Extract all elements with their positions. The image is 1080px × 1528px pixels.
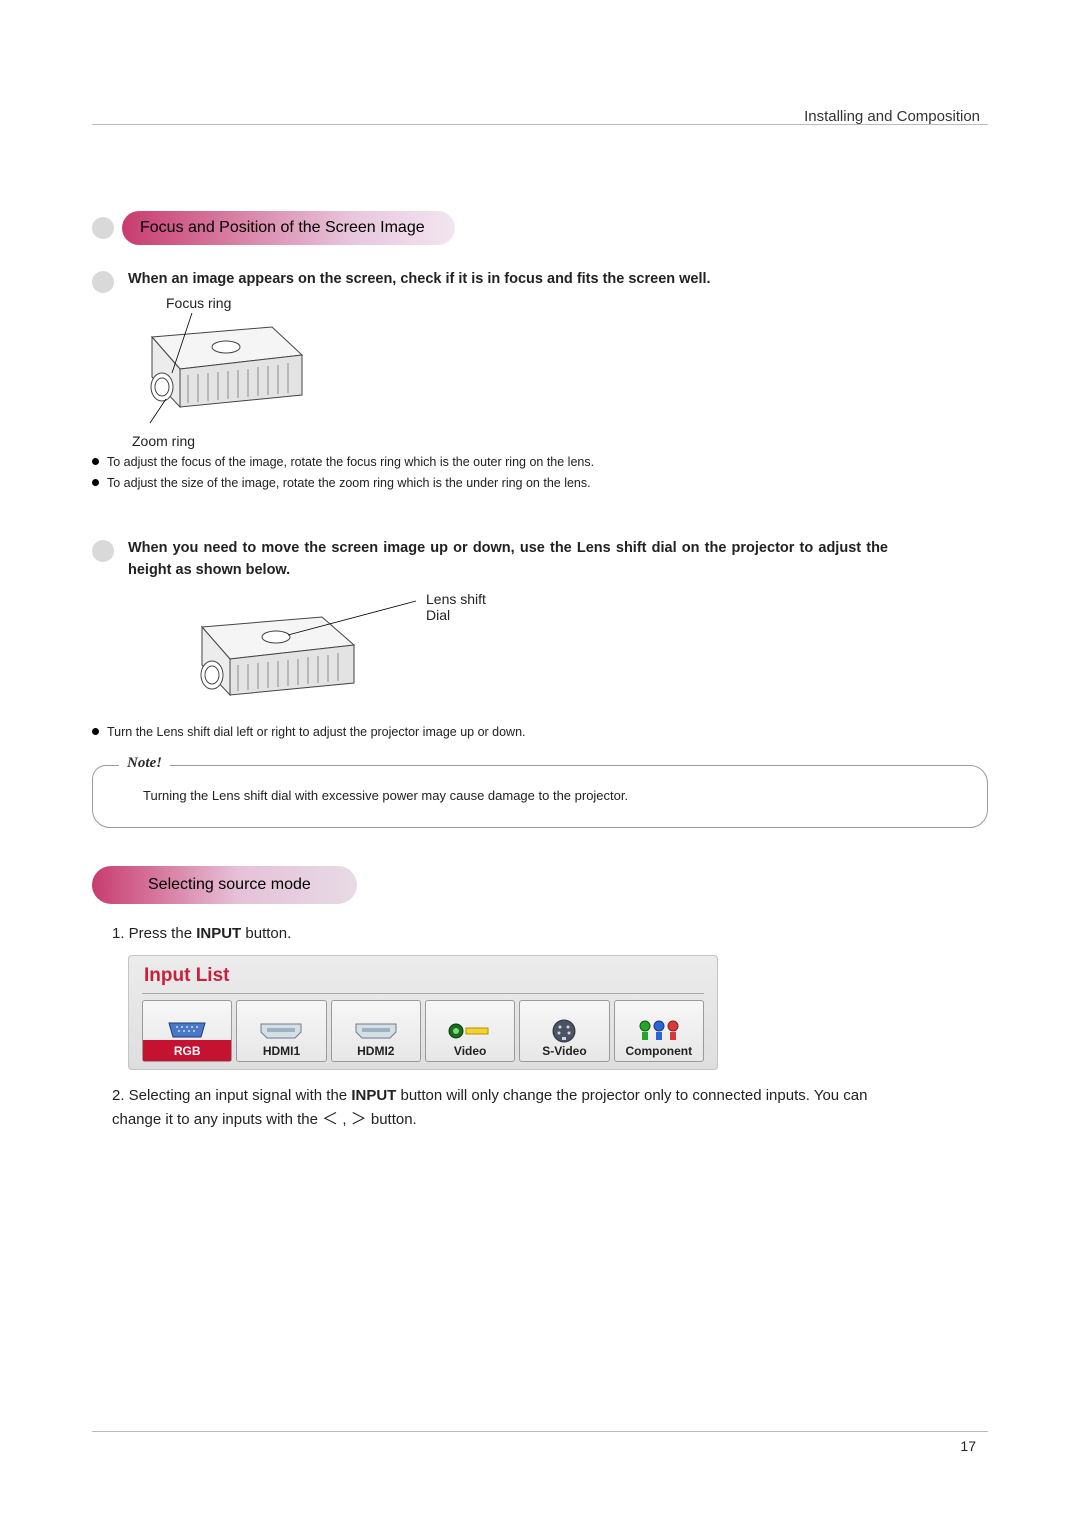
- section-heading-source: Selecting source mode: [92, 866, 357, 904]
- section-heading-focus: Focus and Position of the Screen Image: [92, 211, 988, 245]
- input-list-title: Input List: [144, 965, 229, 986]
- projector-top-illustration: [122, 299, 322, 429]
- lead-focus-text: When an image appears on the screen, che…: [128, 269, 711, 291]
- input-label-rgb: RGB: [143, 1040, 231, 1061]
- step-2: 2. Selecting an input signal with the IN…: [112, 1084, 902, 1132]
- projector-shift-illustration: [172, 587, 432, 711]
- input-list-header: Input List: [128, 955, 718, 991]
- step2-c: button.: [367, 1111, 417, 1128]
- manual-page: Installing and Composition Focus and Pos…: [0, 0, 1080, 1528]
- focus-bullets: To adjust the focus of the image, rotate…: [92, 453, 988, 494]
- page-content: Focus and Position of the Screen Image W…: [92, 125, 988, 1132]
- caption-lens-shift: Lens shift Dial: [426, 591, 512, 623]
- note-text: Turning the Lens shift dial with excessi…: [143, 788, 961, 803]
- lead-focus-row: When an image appears on the screen, che…: [92, 269, 988, 293]
- lead-shift-text: When you need to move the screen image u…: [128, 538, 888, 582]
- bullet-dot-icon: [92, 728, 99, 735]
- input-list-row: RGB HDMI1: [128, 994, 718, 1070]
- caption-zoom-ring: Zoom ring: [132, 433, 195, 449]
- input-cell-hdmi1[interactable]: HDMI1: [236, 1000, 326, 1062]
- figure-projector-focus: Focus ring: [122, 299, 382, 447]
- bottom-rule: [92, 1431, 988, 1432]
- caption-focus-ring: Focus ring: [166, 295, 231, 311]
- pill-leading-dot: [92, 217, 114, 239]
- figure-projector-shift: Lens shift Dial: [172, 587, 512, 717]
- bullet-dot-icon: [92, 458, 99, 465]
- bullet-shift: Turn the Lens shift dial left or right t…: [107, 723, 526, 742]
- input-cell-rgb[interactable]: RGB: [142, 1000, 232, 1062]
- pill-focus-title: Focus and Position of the Screen Image: [122, 211, 455, 245]
- input-list-panel: Input List RGB: [128, 955, 718, 1070]
- bullet-dot-icon: [92, 479, 99, 486]
- input-label-hdmi1: HDMI1: [237, 1040, 325, 1061]
- step1-pre: 1. Press the: [112, 925, 196, 942]
- chevron-left-icon: ＜: [322, 1109, 338, 1128]
- input-label-component: Component: [615, 1040, 703, 1061]
- input-label-video: Video: [426, 1040, 514, 1061]
- input-cell-video[interactable]: Video: [425, 1000, 515, 1062]
- input-cell-component[interactable]: Component: [614, 1000, 704, 1062]
- bullet-focus-2: To adjust the size of the image, rotate …: [107, 474, 591, 493]
- step1-post: button.: [241, 925, 291, 942]
- step1-bold: INPUT: [196, 925, 241, 942]
- note-box: Note! Turning the Lens shift dial with e…: [92, 765, 988, 828]
- step-1: 1. Press the INPUT button.: [112, 922, 988, 945]
- page-number: 17: [960, 1438, 976, 1454]
- lead-shift-row: When you need to move the screen image u…: [92, 538, 988, 582]
- bullet-focus-1: To adjust the focus of the image, rotate…: [107, 453, 594, 472]
- input-label-hdmi2: HDMI2: [332, 1040, 420, 1061]
- step2-bold: INPUT: [351, 1087, 396, 1104]
- chev-sep: ,: [338, 1111, 351, 1128]
- section-header: Installing and Composition: [804, 108, 980, 125]
- input-cell-hdmi2[interactable]: HDMI2: [331, 1000, 421, 1062]
- lead-dot-icon: [92, 540, 114, 562]
- lead-dot-icon: [92, 271, 114, 293]
- note-label: Note!: [119, 755, 170, 772]
- chevron-right-icon: ＞: [351, 1109, 367, 1128]
- input-cell-svideo[interactable]: S-Video: [519, 1000, 609, 1062]
- shift-bullets: Turn the Lens shift dial left or right t…: [92, 723, 988, 742]
- step2-a: 2. Selecting an input signal with the: [112, 1087, 351, 1104]
- input-label-svideo: S-Video: [520, 1040, 608, 1061]
